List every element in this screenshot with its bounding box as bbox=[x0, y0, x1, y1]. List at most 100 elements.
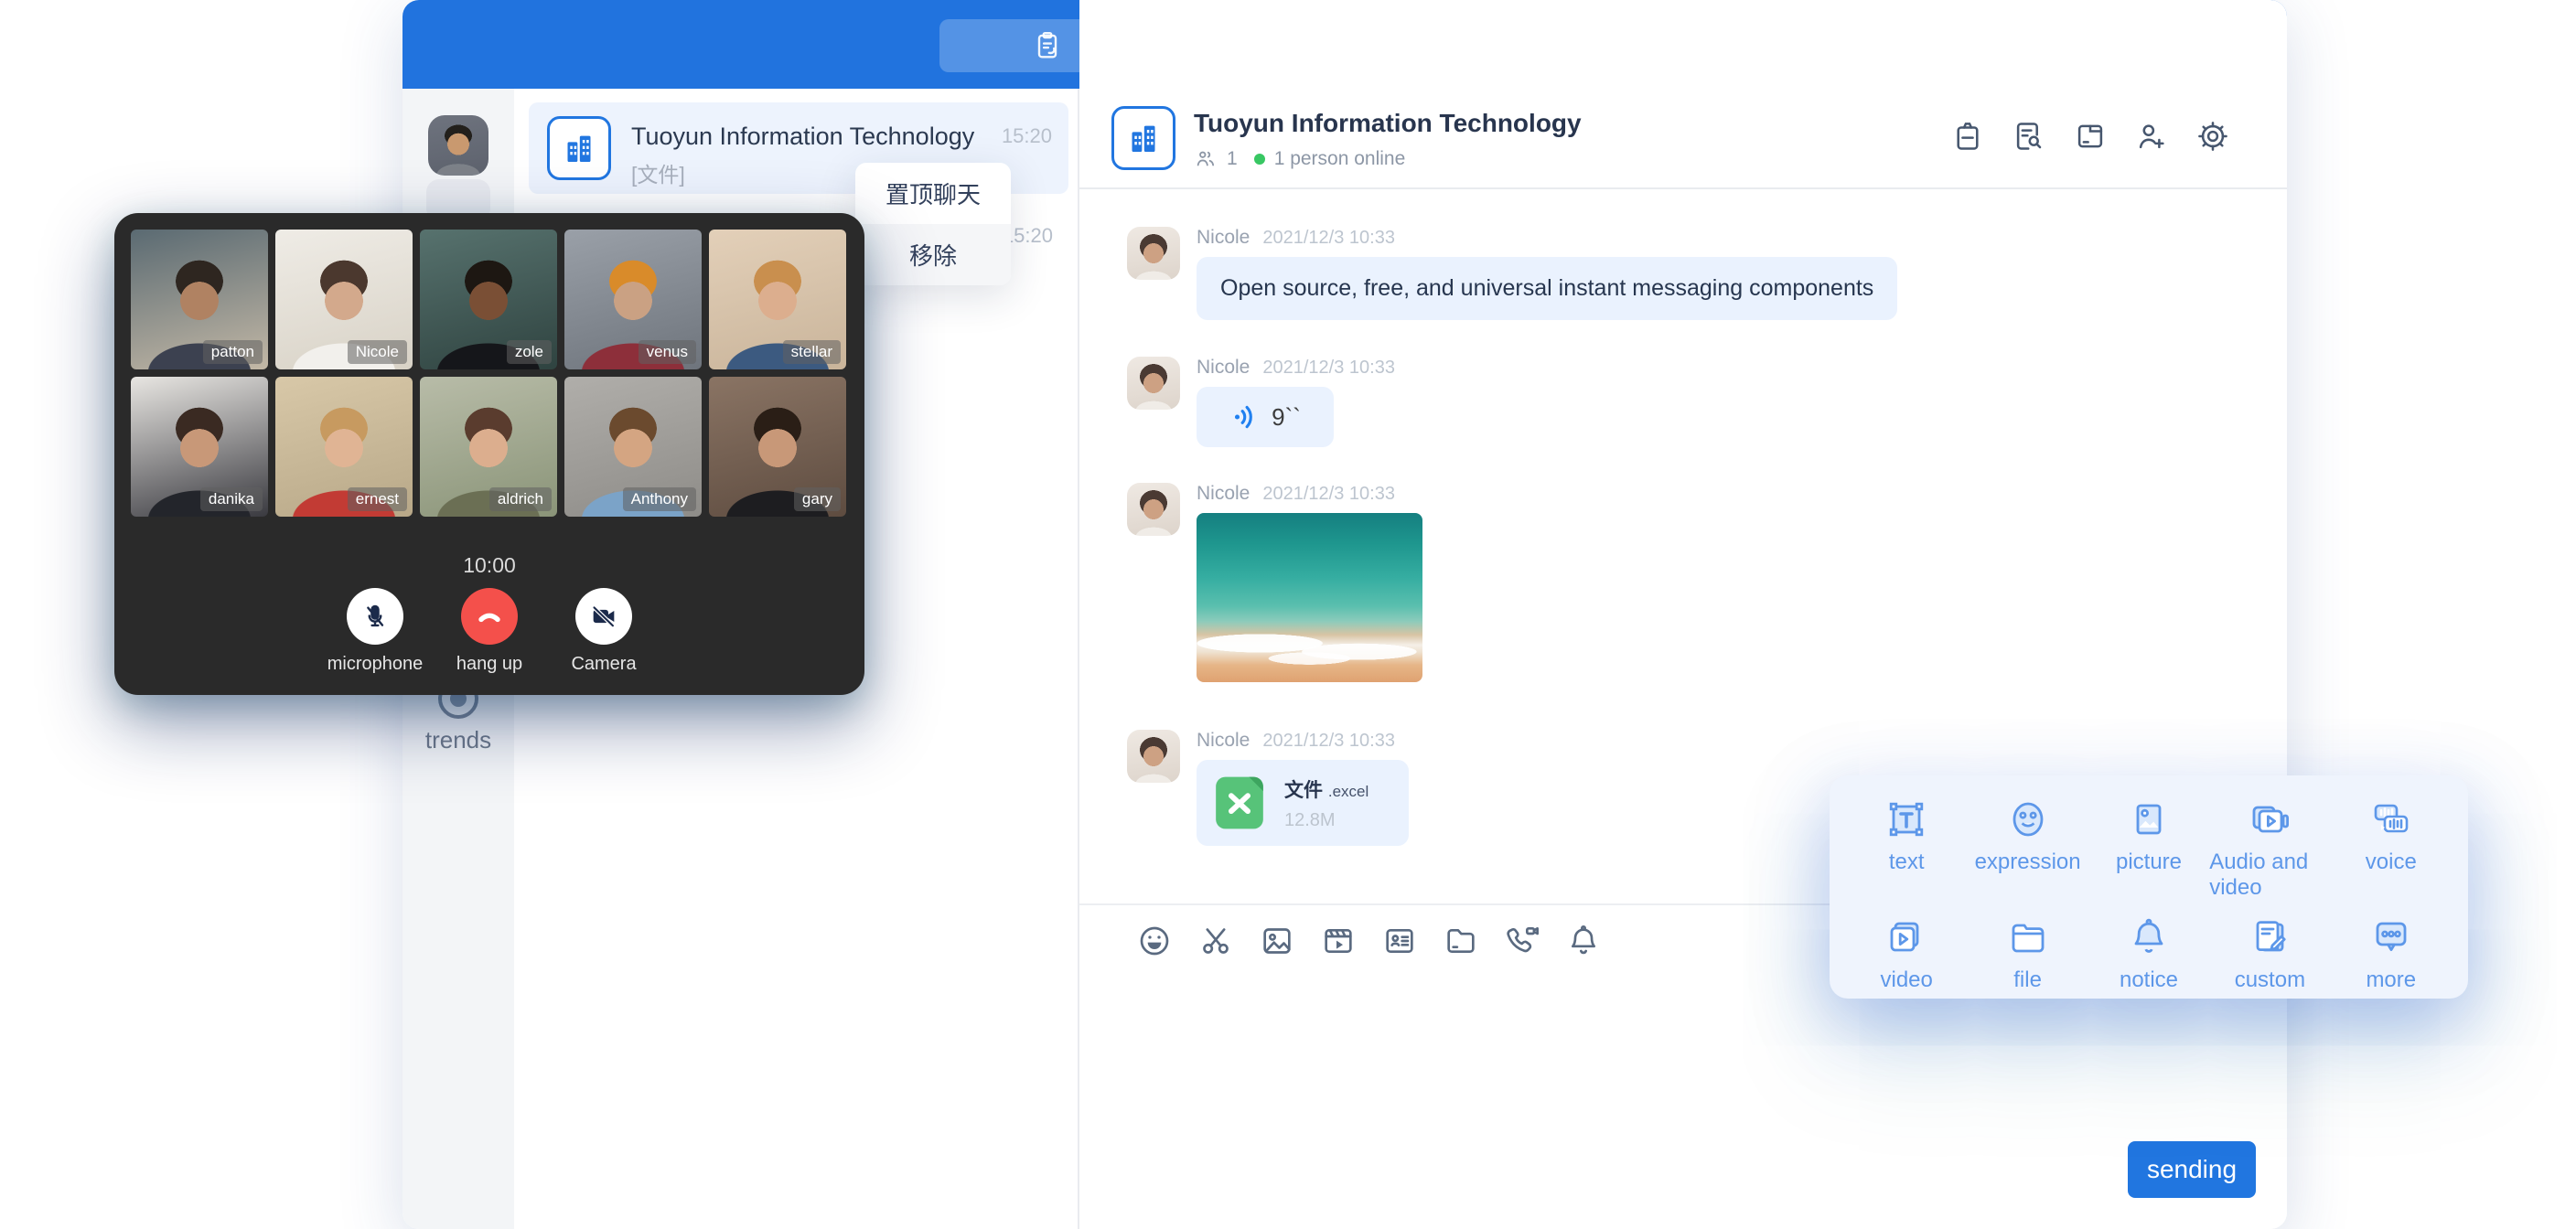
trends-label: trends bbox=[402, 726, 514, 754]
panel-item-notice[interactable]: notice bbox=[2088, 915, 2209, 993]
message-bubble[interactable]: Open source, free, and universal instant… bbox=[1197, 257, 1897, 320]
message-file: Nicole 2021/12/3 10:33 文件 . bbox=[1127, 730, 1409, 846]
participant-name: Anthony bbox=[623, 487, 696, 511]
participant-name: patton bbox=[203, 340, 263, 364]
online-status: 1 person online bbox=[1274, 148, 1406, 170]
sender-avatar[interactable] bbox=[1127, 730, 1180, 783]
participant-name: aldrich bbox=[489, 487, 552, 511]
files-icon[interactable] bbox=[2073, 119, 2108, 154]
image-icon[interactable] bbox=[1259, 923, 1295, 959]
panel-item-more[interactable]: more bbox=[2331, 915, 2452, 993]
conversation-time: 15:20 bbox=[1002, 124, 1052, 148]
participant-video-tile: stellar bbox=[709, 230, 846, 369]
search-history-icon[interactable] bbox=[2012, 119, 2046, 154]
camera-label: Camera bbox=[571, 654, 636, 675]
panel-item-file[interactable]: file bbox=[1967, 915, 2088, 993]
conversation-context-menu: 置顶聊天 移除 bbox=[855, 163, 1011, 285]
hang-up-label: hang up bbox=[456, 654, 522, 675]
participant-name: Nicole bbox=[348, 340, 407, 364]
panel-item-video[interactable]: video bbox=[1846, 915, 1967, 993]
settings-gear-icon[interactable] bbox=[2195, 119, 2230, 154]
notice-bell-icon bbox=[2127, 915, 2171, 959]
sender-avatar[interactable] bbox=[1127, 483, 1180, 536]
voice-message-bubble[interactable]: 9`` bbox=[1197, 387, 1334, 447]
camera-toggle-button[interactable]: Camera bbox=[572, 588, 636, 675]
beach-photo-thumbnail[interactable] bbox=[1197, 513, 1422, 682]
panel-item-label: custom bbox=[2235, 967, 2305, 993]
group-avatar bbox=[1111, 106, 1175, 170]
participant-name: venus bbox=[639, 340, 696, 364]
video-clip-icon[interactable] bbox=[1320, 923, 1357, 959]
clipboard-edit-icon[interactable] bbox=[1031, 29, 1064, 62]
video-icon bbox=[1884, 915, 1928, 959]
panel-item-voice[interactable]: voice bbox=[2331, 797, 2452, 901]
add-member-icon[interactable] bbox=[2134, 119, 2169, 154]
sender-avatar[interactable] bbox=[1127, 227, 1180, 280]
chat-meta: 1 1 person online bbox=[1194, 147, 1405, 171]
participant-video-tile: gary bbox=[709, 377, 846, 517]
chat-pane: Tuoyun Information Technology 1 1 person… bbox=[1079, 0, 2287, 1229]
excel-file-icon bbox=[1211, 775, 1268, 831]
menu-item-remove[interactable]: 移除 bbox=[855, 224, 1011, 285]
chat-header-actions bbox=[1950, 119, 2230, 154]
members-icon bbox=[1194, 147, 1218, 171]
voice-icon bbox=[2369, 797, 2413, 841]
message-voice: Nicole 2021/12/3 10:33 9`` bbox=[1127, 357, 1395, 447]
clipboard-icon[interactable] bbox=[1950, 119, 1985, 154]
panel-item-label: voice bbox=[2366, 850, 2417, 875]
folder-icon[interactable] bbox=[1443, 923, 1479, 959]
message-sender: Nicole bbox=[1197, 227, 1250, 249]
current-user-avatar[interactable] bbox=[428, 115, 488, 176]
menu-item-pin-chat[interactable]: 置顶聊天 bbox=[855, 163, 1011, 224]
participant-video-tile: Nicole bbox=[275, 230, 413, 369]
message-text: Nicole 2021/12/3 10:33 Open source, free… bbox=[1127, 227, 1897, 320]
panel-item-expression[interactable]: expression bbox=[1967, 797, 2088, 901]
emoji-icon[interactable] bbox=[1136, 923, 1173, 959]
call-controls: microphone hang up Camera bbox=[114, 588, 864, 675]
participant-video-tile: aldrich bbox=[420, 377, 557, 517]
contact-card-icon[interactable] bbox=[1381, 923, 1418, 959]
panel-item-label: more bbox=[2366, 967, 2416, 993]
online-dot bbox=[1254, 154, 1265, 165]
message-sender: Nicole bbox=[1197, 483, 1250, 505]
panel-item-label: video bbox=[1881, 967, 1933, 993]
screenshot-scissors-icon[interactable] bbox=[1197, 923, 1234, 959]
call-phone-icon[interactable] bbox=[1504, 923, 1540, 959]
microphone-toggle-button[interactable]: microphone bbox=[343, 588, 407, 675]
panel-item-label: Audio and video bbox=[2209, 850, 2330, 901]
participant-name: stellar bbox=[783, 340, 841, 364]
panel-item-label: picture bbox=[2116, 850, 2182, 875]
message-sender: Nicole bbox=[1197, 357, 1250, 379]
hang-up-icon bbox=[461, 588, 518, 645]
participant-name: gary bbox=[794, 487, 841, 511]
participant-name: danika bbox=[200, 487, 263, 511]
sender-avatar[interactable] bbox=[1127, 357, 1180, 410]
send-button[interactable]: sending bbox=[2128, 1141, 2256, 1198]
chat-title: Tuoyun Information Technology bbox=[1194, 109, 1582, 138]
file-name: 文件 bbox=[1284, 780, 1323, 801]
panel-item-audio-video[interactable]: Audio and video bbox=[2209, 797, 2330, 901]
message-sender: Nicole bbox=[1197, 730, 1250, 752]
message-time: 2021/12/3 10:33 bbox=[1262, 731, 1395, 752]
message-text-content: Open source, free, and universal instant… bbox=[1197, 257, 1897, 320]
notification-bell-icon[interactable] bbox=[1565, 923, 1602, 959]
participant-video-tile: venus bbox=[564, 230, 702, 369]
custom-document-icon bbox=[2248, 915, 2292, 959]
voice-duration: 9`` bbox=[1272, 403, 1301, 432]
panel-item-label: text bbox=[1889, 850, 1925, 875]
hang-up-button[interactable]: hang up bbox=[457, 588, 521, 675]
group-call-overlay: patton Nicole zole venus stellar danika … bbox=[114, 213, 864, 695]
file-message-bubble[interactable]: 文件 .excel 12.8M bbox=[1197, 760, 1409, 846]
member-count: 1 bbox=[1227, 148, 1238, 170]
participant-video-tile: ernest bbox=[275, 377, 413, 517]
participant-video-tile: Anthony bbox=[564, 377, 702, 517]
more-icon bbox=[2369, 915, 2413, 959]
message-image: Nicole 2021/12/3 10:33 bbox=[1127, 483, 1422, 682]
call-timer: 10:00 bbox=[114, 553, 864, 578]
panel-item-custom[interactable]: custom bbox=[2209, 915, 2330, 993]
panel-item-picture[interactable]: picture bbox=[2088, 797, 2209, 901]
participant-grid: patton Nicole zole venus stellar danika … bbox=[131, 230, 846, 517]
conversation-title: Tuoyun Information Technology bbox=[631, 123, 1015, 151]
participant-video-tile: patton bbox=[131, 230, 268, 369]
panel-item-text[interactable]: text bbox=[1846, 797, 1967, 901]
